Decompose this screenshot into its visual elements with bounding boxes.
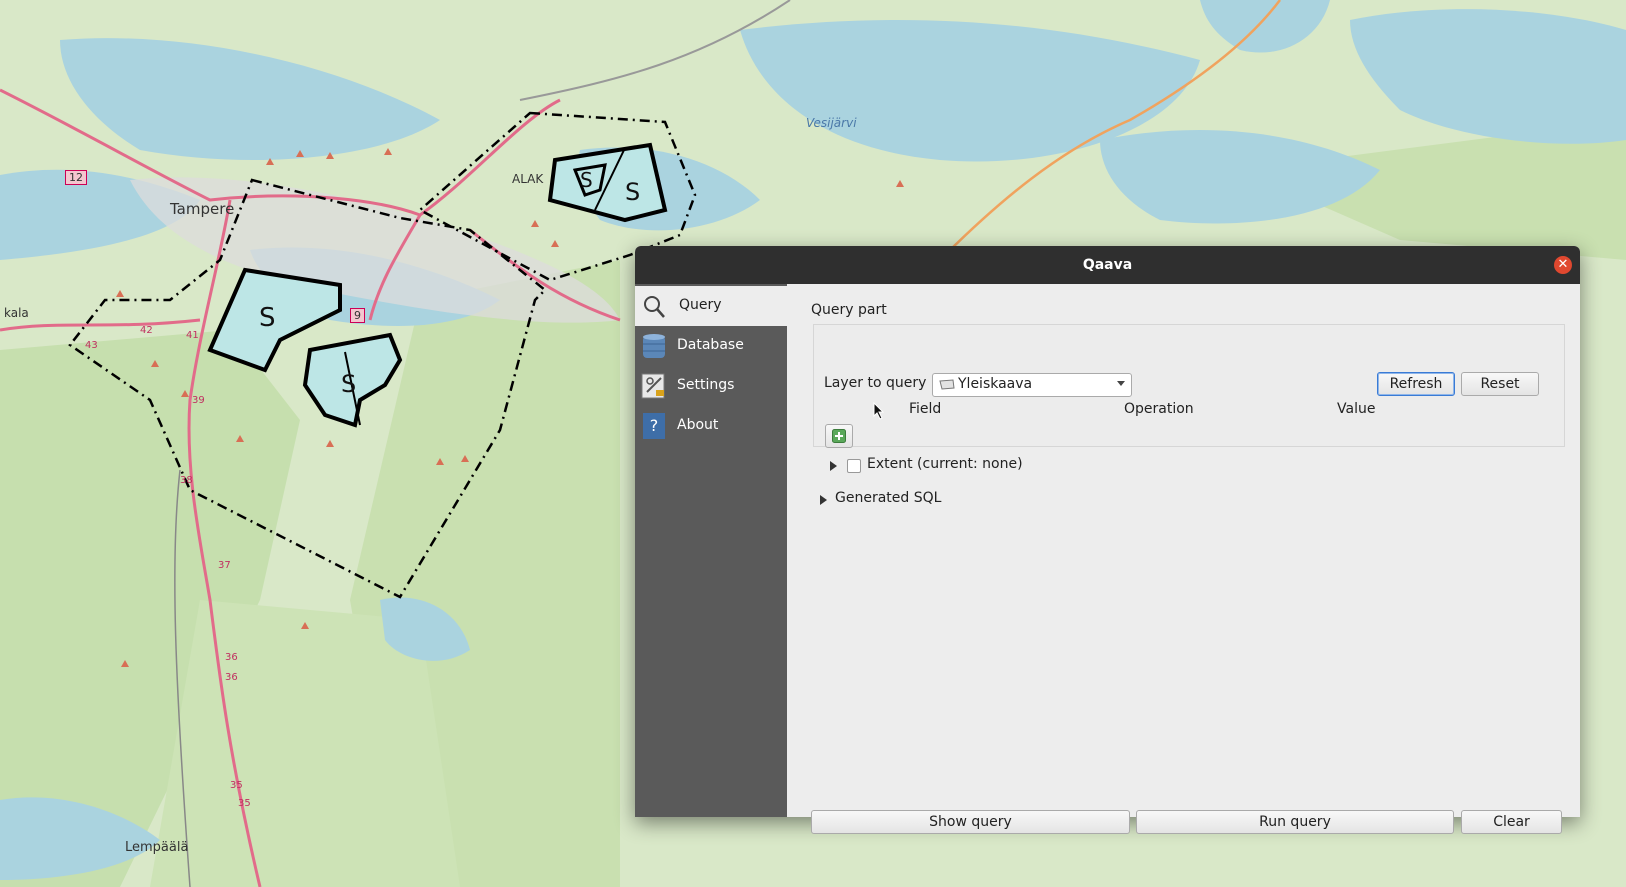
sidebar-item-label: Database <box>677 337 744 353</box>
layer-select[interactable]: Yleiskaava <box>932 373 1132 397</box>
road-number-label: 9 <box>350 308 365 323</box>
expand-extent-icon[interactable] <box>830 461 837 471</box>
mouse-cursor-icon <box>873 402 885 420</box>
road-number-label: 41 <box>186 330 199 341</box>
road-number-label: 43 <box>85 340 98 351</box>
query-part-group: Layer to query Yleiskaava Refresh Reset … <box>813 324 1565 473</box>
sidebar-item-about[interactable]: ? About <box>635 406 787 446</box>
expand-generated-sql-icon[interactable] <box>820 495 827 505</box>
zone-symbol: S <box>341 370 357 398</box>
road-number-label: 39 <box>192 395 205 406</box>
dialog-titlebar[interactable]: Qaava ✕ <box>635 246 1580 284</box>
qaava-dialog: Qaava ✕ Query Database Settings ? About … <box>635 246 1580 834</box>
layer-to-query-label: Layer to query <box>824 375 927 391</box>
extent-label: Extent (current: none) <box>867 456 1023 472</box>
svg-text:?: ? <box>650 416 659 435</box>
sidebar-item-query[interactable]: Query <box>635 286 787 326</box>
zone-symbol: S <box>580 168 593 192</box>
reset-button[interactable]: Reset <box>1461 372 1539 396</box>
sidebar-item-label: Settings <box>677 377 735 393</box>
extent-checkbox[interactable] <box>847 459 861 473</box>
search-icon <box>644 296 665 318</box>
add-row-button[interactable] <box>825 424 853 448</box>
show-query-button[interactable]: Show query <box>811 810 1130 834</box>
database-icon <box>643 334 665 358</box>
run-query-button[interactable]: Run query <box>1136 810 1454 834</box>
close-icon[interactable]: ✕ <box>1554 256 1572 274</box>
place-label: ALAK <box>512 172 544 186</box>
column-header-value: Value <box>1337 401 1376 417</box>
road-number-label: 35 <box>238 798 251 809</box>
layer-select-value: Yleiskaava <box>958 376 1033 392</box>
lake-label: Vesijärvi <box>806 116 857 130</box>
road-number-label: 38 <box>180 475 193 486</box>
road-number-label: 42 <box>140 325 153 336</box>
help-icon: ? <box>643 413 665 439</box>
add-icon <box>832 429 846 443</box>
query-panel: Query part Layer to query Yleiskaava Ref… <box>795 284 1580 834</box>
chevron-down-icon <box>1117 381 1125 386</box>
road-number-label: 37 <box>218 560 231 571</box>
refresh-button[interactable]: Refresh <box>1377 372 1455 396</box>
road-number-label: 36 <box>225 652 238 663</box>
city-label: Tampere <box>170 200 235 218</box>
road-number-label: 12 <box>65 170 87 185</box>
sidebar-item-settings[interactable]: Settings <box>635 366 787 406</box>
city-label: Lempäälä <box>125 840 189 855</box>
road-number-label: 36 <box>225 672 238 683</box>
sidebar-item-label: Query <box>679 297 722 313</box>
road-number-label: 35 <box>230 780 243 791</box>
polygon-layer-icon <box>939 379 955 390</box>
settings-icon <box>641 373 665 399</box>
sidebar: Query Database Settings ? About <box>635 284 787 817</box>
sidebar-item-label: About <box>677 417 719 433</box>
dialog-title: Qaava <box>1082 257 1133 273</box>
column-header-field: Field <box>909 401 942 417</box>
clear-button[interactable]: Clear <box>1461 810 1562 834</box>
zone-symbol: S <box>625 178 641 206</box>
generated-sql-label[interactable]: Generated SQL <box>835 490 941 506</box>
zone-symbol: S <box>259 303 276 333</box>
sidebar-item-database[interactable]: Database <box>635 326 787 366</box>
query-part-heading: Query part <box>811 302 887 318</box>
place-label: kala <box>4 306 29 320</box>
column-header-operation: Operation <box>1124 401 1194 417</box>
